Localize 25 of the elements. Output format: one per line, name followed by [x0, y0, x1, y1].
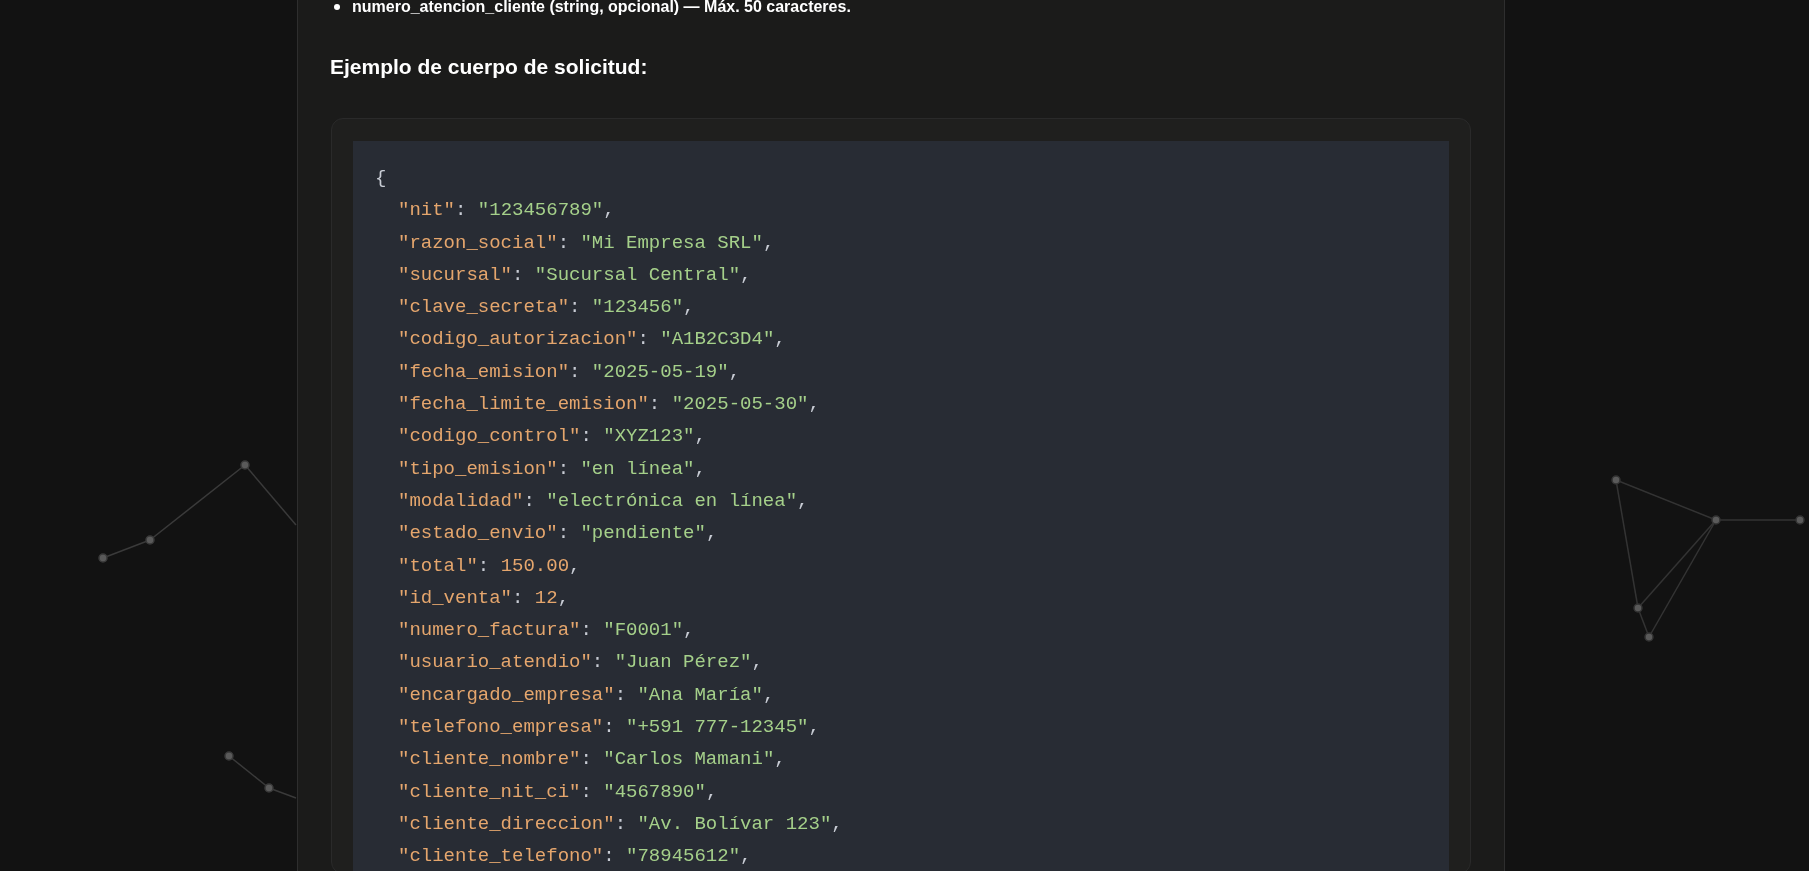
code-line: "cliente_telefono": "78945612", — [397, 844, 752, 870]
code-line: "sucursal": "Sucursal Central", — [397, 262, 752, 288]
code-line: "total": 150.00, — [397, 553, 581, 579]
code-line: "fecha_emision": "2025-05-19", — [397, 359, 741, 385]
code-line: "encargado_empresa": "Ana María", — [397, 682, 775, 708]
code-line: "razon_social": "Mi Empresa SRL", — [397, 230, 775, 256]
code-line: "usuario_atendio": "Juan Pérez", — [397, 650, 763, 676]
code-line: "modalidad": "electrónica en línea", — [397, 488, 809, 514]
code-line: "nit": "123456789", — [397, 198, 615, 224]
code-line: "codigo_autorizacion": "A1B2C3D4", — [397, 327, 786, 353]
code-line: "codigo_control": "XYZ123", — [397, 424, 706, 450]
code-line: "cliente_nit_ci": "4567890", — [397, 779, 718, 805]
code-line: "numero_factura": "F0001", — [397, 618, 695, 644]
code-line: "telefono_empresa": "+591 777-12345", — [397, 715, 820, 741]
code-line: "tipo_emision": "en línea", — [397, 456, 706, 482]
code-line: "cliente_direccion": "Av. Bolívar 123", — [397, 811, 843, 837]
code-line: "cliente_nombre": "Carlos Mamani", — [397, 747, 786, 773]
code-line: "clave_secreta": "123456", — [397, 295, 695, 321]
code-line: "estado_envio": "pendiente", — [397, 521, 718, 547]
code-line: "id_venta": 12, — [397, 585, 570, 611]
code-line: "fecha_limite_emision": "2025-05-30", — [397, 392, 820, 418]
bullet-text: numero_atencion_cliente (string, opcional) — Máx. 50 caracteres. — [352, 0, 851, 14]
section-heading: Ejemplo de cuerpo de solicitud: — [330, 54, 648, 80]
bullet-icon — [334, 4, 340, 10]
code-line: { — [375, 166, 387, 191]
